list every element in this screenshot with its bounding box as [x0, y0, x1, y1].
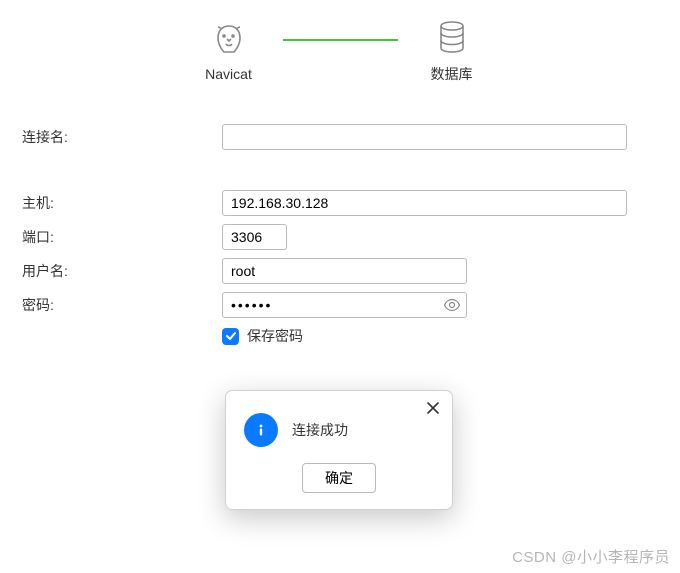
database-icon — [437, 18, 467, 56]
username-input[interactable] — [222, 258, 467, 284]
port-label: 端口: — [22, 227, 222, 247]
navicat-label: Navicat — [205, 66, 252, 82]
connection-line — [283, 39, 398, 41]
watermark: CSDN @小小李程序员 — [512, 546, 670, 567]
database-node: 数据库 — [402, 18, 502, 84]
connection-name-label: 连接名: — [22, 127, 222, 147]
save-password-checkbox[interactable] — [222, 328, 239, 345]
navicat-icon — [212, 20, 246, 58]
info-icon — [244, 413, 278, 447]
host-label: 主机: — [22, 193, 222, 213]
navicat-node: Navicat — [179, 20, 279, 82]
connection-name-input[interactable] — [222, 124, 627, 150]
success-dialog: 连接成功 确定 — [225, 390, 453, 510]
username-label: 用户名: — [22, 261, 222, 281]
close-icon[interactable] — [424, 399, 442, 417]
port-input[interactable] — [222, 224, 287, 250]
connection-diagram: Navicat 数据库 — [0, 0, 680, 94]
ok-button[interactable]: 确定 — [302, 463, 376, 493]
password-input[interactable] — [222, 292, 467, 318]
password-label: 密码: — [22, 295, 222, 315]
host-input[interactable] — [222, 190, 627, 216]
connection-form: 连接名: 主机: 端口: 用户名: 密码: — [0, 94, 680, 346]
save-password-row[interactable]: 保存密码 — [222, 326, 650, 346]
dialog-message: 连接成功 — [292, 420, 348, 440]
eye-icon[interactable] — [443, 296, 461, 314]
database-label: 数据库 — [431, 64, 473, 84]
save-password-label: 保存密码 — [247, 326, 303, 346]
